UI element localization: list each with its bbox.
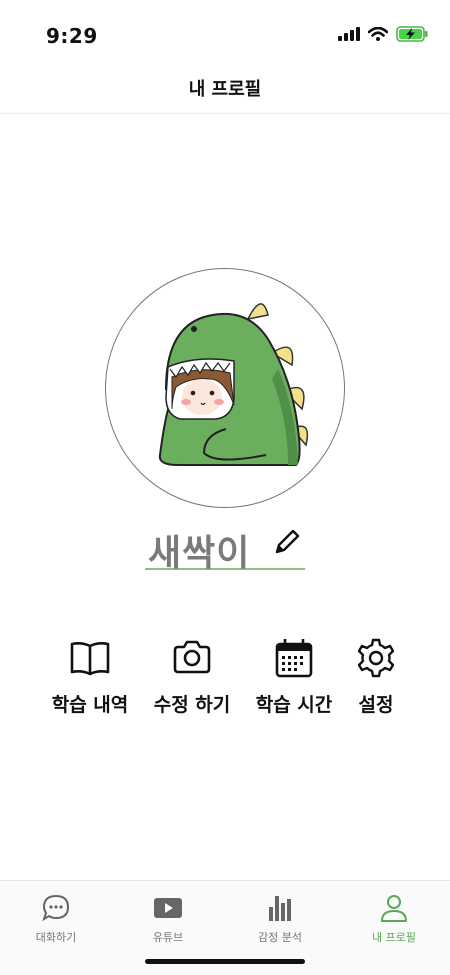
status-bar: 9:29 — [0, 0, 450, 62]
menu-label: 학습 내역 — [51, 694, 129, 716]
page-title: 내 프로필 — [188, 78, 262, 100]
profile-menu: 학습 내역 수정 하기 학습 시간 설정 — [0, 636, 450, 726]
calendar-icon — [275, 639, 313, 678]
person-icon — [381, 895, 407, 922]
tab-label: 내 프로필 — [372, 931, 416, 944]
menu-label: 설정 — [358, 694, 394, 716]
tab-label: 대화하기 — [35, 931, 77, 944]
nav-header: 내 프로필 — [0, 62, 450, 114]
menu-item-study-history[interactable]: 학습 내역 — [40, 636, 140, 726]
nickname-row: 새싹이 — [145, 520, 305, 574]
home-indicator[interactable] — [145, 959, 305, 964]
battery-charging-icon — [396, 26, 428, 42]
dinosaur-character-illustration — [158, 303, 309, 466]
wifi-icon — [368, 27, 388, 41]
tab-youtube[interactable]: 유튜브 — [112, 889, 224, 953]
status-time: 9:29 — [46, 24, 98, 48]
play-icon — [154, 898, 182, 918]
tab-emotion-analysis[interactable]: 감정 분석 — [224, 889, 336, 953]
menu-item-settings[interactable]: 설정 — [326, 636, 426, 726]
pencil-icon[interactable] — [271, 526, 303, 558]
signal-icon — [338, 27, 360, 41]
nickname: 새싹이 — [148, 533, 251, 574]
profile-avatar[interactable] — [105, 268, 345, 508]
bar-chart-icon — [269, 896, 291, 921]
status-icons — [338, 26, 428, 42]
menu-label: 수정 하기 — [153, 694, 231, 716]
camera-icon — [173, 640, 211, 674]
book-icon — [70, 642, 110, 676]
tab-label: 유튜브 — [152, 931, 184, 944]
tab-label: 감정 분석 — [258, 931, 302, 944]
tab-chat[interactable]: 대화하기 — [0, 889, 112, 953]
gear-icon — [357, 638, 395, 678]
chat-bubble-icon — [42, 894, 70, 922]
tab-my-profile[interactable]: 내 프로필 — [338, 889, 450, 953]
menu-item-edit[interactable]: 수정 하기 — [142, 636, 242, 726]
